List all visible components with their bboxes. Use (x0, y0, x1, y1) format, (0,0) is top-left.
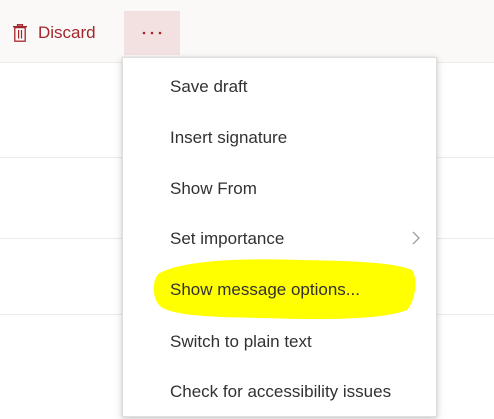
menu-item-label: Set importance (170, 228, 285, 248)
menu-item-label: Show message options... (170, 279, 360, 299)
menu-item-label: Check for accessibility issues (170, 381, 392, 401)
menu-item-insert-signature[interactable]: Insert signature (123, 112, 436, 163)
discard-button[interactable]: Discard (6, 11, 102, 55)
chevron-right-icon (412, 231, 420, 245)
more-dots-icon (142, 31, 162, 35)
menu-item-show-from[interactable]: Show From (123, 163, 436, 214)
menu-item-check-accessibility[interactable]: Check for accessibility issues (123, 366, 436, 417)
discard-label: Discard (38, 23, 96, 42)
command-bar: Discard (0, 0, 494, 63)
menu-item-label: Show From (170, 178, 257, 198)
menu-item-label: Switch to plain text (170, 331, 312, 351)
more-options-menu: Save draft Insert signature Show From Se… (122, 57, 437, 417)
trash-icon (13, 24, 27, 42)
menu-item-label: Save draft (170, 76, 248, 96)
menu-item-switch-plain-text[interactable]: Switch to plain text (123, 316, 436, 367)
more-options-button[interactable] (124, 11, 180, 55)
menu-item-save-draft[interactable]: Save draft (123, 61, 436, 112)
menu-item-label: Insert signature (170, 127, 288, 147)
